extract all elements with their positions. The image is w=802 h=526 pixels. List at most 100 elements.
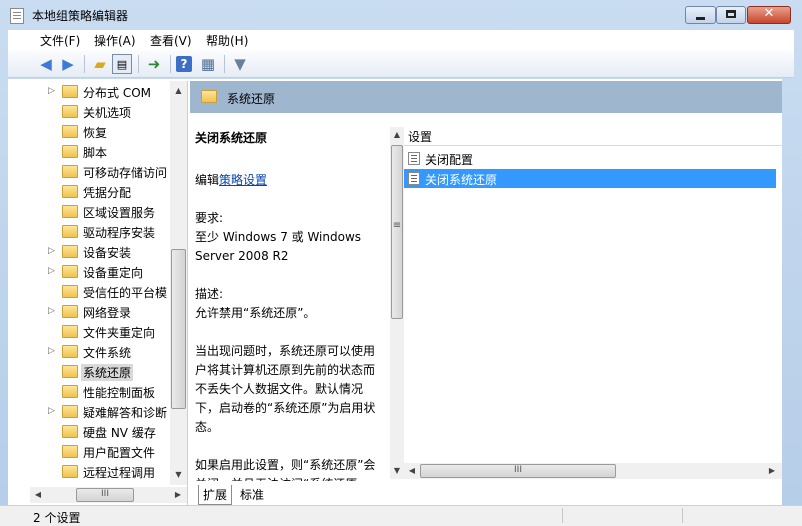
tree-item[interactable]: 区域设置服务 <box>8 202 170 222</box>
maximize-button[interactable] <box>716 6 746 24</box>
toolbar-separator <box>170 55 171 73</box>
window-title: 本地组策略编辑器 <box>32 9 129 23</box>
scroll-up-icon[interactable]: ▲ <box>390 127 404 143</box>
menu-view[interactable]: 查看(V) <box>150 32 192 49</box>
toolbar: ◀ ▶ ▰ ▤ ➜ ? ▦ ▼ <box>8 50 794 78</box>
folder-icon <box>62 145 78 158</box>
column-header-label: 设置 <box>408 130 433 144</box>
edit-policy-link[interactable]: 策略设置 <box>219 173 267 187</box>
tree-item[interactable]: 受信任的平台模 <box>8 282 170 302</box>
folder-icon <box>62 205 78 218</box>
list-horizontal-scrollbar[interactable]: ◀ III ▶ <box>404 463 782 479</box>
tree-item-label: 设备安装 <box>83 246 132 260</box>
list-hscroll-thumb[interactable]: III <box>420 464 616 478</box>
expand-arrow-icon[interactable]: ▷ <box>48 406 55 416</box>
tree-scroll-thumb[interactable] <box>171 249 186 409</box>
folder-icon <box>62 385 78 398</box>
minimize-button[interactable] <box>685 6 716 24</box>
menu-file[interactable]: 文件(F) <box>40 32 80 49</box>
tree-item[interactable]: 恢复 <box>8 122 170 142</box>
properties-icon[interactable]: ▦ <box>198 54 218 74</box>
expand-arrow-icon[interactable]: ▷ <box>48 266 55 276</box>
column-header-setting[interactable]: 设置 <box>404 127 782 146</box>
setting-title: 关闭系统还原 <box>195 131 268 145</box>
tree-item[interactable]: 远程过程调用 <box>8 462 170 482</box>
tree-item-label: 恢复 <box>83 126 108 140</box>
description-scroll-thumb[interactable]: ≡ <box>391 145 403 319</box>
show-hide-console-tree-icon[interactable]: ▤ <box>112 54 132 74</box>
folder-icon <box>62 465 78 478</box>
tree-item[interactable]: 脚本 <box>8 142 170 162</box>
description-vertical-scrollbar[interactable]: ▲ ≡ ▼ <box>390 127 404 479</box>
tree-item-label: 用户配置文件 <box>83 446 156 460</box>
tree-item[interactable]: ▷ 文件系统 <box>8 342 170 362</box>
list-item[interactable]: 关闭配置 <box>404 149 776 168</box>
tree-item-label: 可移动存储访问 <box>83 166 168 180</box>
tree-item[interactable]: 性能控制面板 <box>8 382 170 402</box>
tree-item[interactable]: 系统还原 <box>8 362 170 382</box>
tree-item[interactable]: 可移动存储访问 <box>8 162 170 182</box>
tree-item[interactable]: 用户配置文件 <box>8 442 170 462</box>
folder-icon <box>62 85 78 98</box>
tree-item-label: 硬盘 NV 缓存 <box>83 426 156 440</box>
window: 本地组策略编辑器 ✕ 文件(F) 操作(A) 查看(V) 帮助(H) ◀ ▶ ▰… <box>0 0 802 525</box>
status-bar: 2 个设置 <box>0 505 802 525</box>
tree-vertical-scrollbar[interactable]: ▲ ▼ <box>170 81 187 485</box>
tree-item-label: 系统还原 <box>81 364 134 381</box>
status-divider <box>682 508 683 523</box>
tree-item[interactable]: ▷ 网络登录 <box>8 302 170 322</box>
tree-item[interactable]: ▷ 设备重定向 <box>8 262 170 282</box>
help-icon[interactable]: ? <box>176 56 192 72</box>
folder-icon <box>62 245 78 258</box>
list-item-label: 关闭系统还原 <box>425 173 498 187</box>
banner-title: 系统还原 <box>227 92 276 106</box>
toolbar-separator <box>138 55 139 73</box>
filter-icon[interactable]: ▼ <box>230 54 250 74</box>
edit-prefix: 编辑 <box>195 173 220 187</box>
tree-item-label: 脚本 <box>83 146 108 160</box>
folder-icon <box>62 165 78 178</box>
scroll-right-icon[interactable]: ▶ <box>170 487 186 503</box>
tree-item[interactable]: 驱动程序安装 <box>8 222 170 242</box>
edit-policy-line: 编辑策略设置 <box>195 171 267 188</box>
close-button[interactable]: ✕ <box>747 6 791 24</box>
minimize-icon <box>696 17 705 20</box>
scroll-down-icon[interactable]: ▼ <box>170 467 187 483</box>
scroll-left-icon[interactable]: ◀ <box>30 487 46 503</box>
tab-extended[interactable]: 扩展 <box>198 485 233 505</box>
tree-hscroll-thumb[interactable]: III <box>76 488 134 502</box>
tree-item-label: 性能控制面板 <box>83 386 156 400</box>
menu-action[interactable]: 操作(A) <box>94 32 136 49</box>
forward-arrow-icon[interactable]: ▶ <box>58 54 78 74</box>
tree-item[interactable]: ▷ 分布式 COM <box>8 82 170 102</box>
expand-arrow-icon[interactable]: ▷ <box>48 346 55 356</box>
folder-icon <box>201 90 217 103</box>
folder-icon <box>62 425 78 438</box>
tree-item[interactable]: ▷ 设备安装 <box>8 242 170 262</box>
tree-item[interactable]: 文件夹重定向 <box>8 322 170 342</box>
close-icon: ✕ <box>763 6 775 21</box>
folder-icon <box>62 105 78 118</box>
list-item[interactable]: 关闭系统还原 <box>404 169 776 188</box>
tree-item[interactable]: 凭据分配 <box>8 182 170 202</box>
export-list-icon[interactable]: ➜ <box>144 54 164 74</box>
expand-arrow-icon[interactable]: ▷ <box>48 246 55 256</box>
tree-item[interactable]: 硬盘 NV 缓存 <box>8 422 170 442</box>
menu-bar: 文件(F) 操作(A) 查看(V) 帮助(H) <box>8 30 794 50</box>
scroll-right-icon[interactable]: ▶ <box>764 463 780 479</box>
up-folder-icon[interactable]: ▰ <box>90 54 110 74</box>
toolbar-separator <box>84 55 85 73</box>
scroll-left-icon[interactable]: ◀ <box>404 463 420 479</box>
tree-horizontal-scrollbar[interactable]: ◀ III ▶ <box>30 487 187 503</box>
description-text: 允许禁用“系统还原”。 <box>195 306 316 320</box>
back-arrow-icon[interactable]: ◀ <box>36 54 56 74</box>
expand-arrow-icon[interactable]: ▷ <box>48 86 55 96</box>
expand-arrow-icon[interactable]: ▷ <box>48 306 55 316</box>
tree-item[interactable]: ▷ 疑难解答和诊断 <box>8 402 170 422</box>
menu-help[interactable]: 帮助(H) <box>206 32 248 49</box>
scroll-down-icon[interactable]: ▼ <box>390 463 404 479</box>
tree-item[interactable]: 关机选项 <box>8 102 170 122</box>
tab-standard[interactable]: 标准 <box>236 485 268 504</box>
scroll-up-icon[interactable]: ▲ <box>170 83 187 99</box>
title-bar[interactable]: 本地组策略编辑器 ✕ <box>0 0 802 30</box>
